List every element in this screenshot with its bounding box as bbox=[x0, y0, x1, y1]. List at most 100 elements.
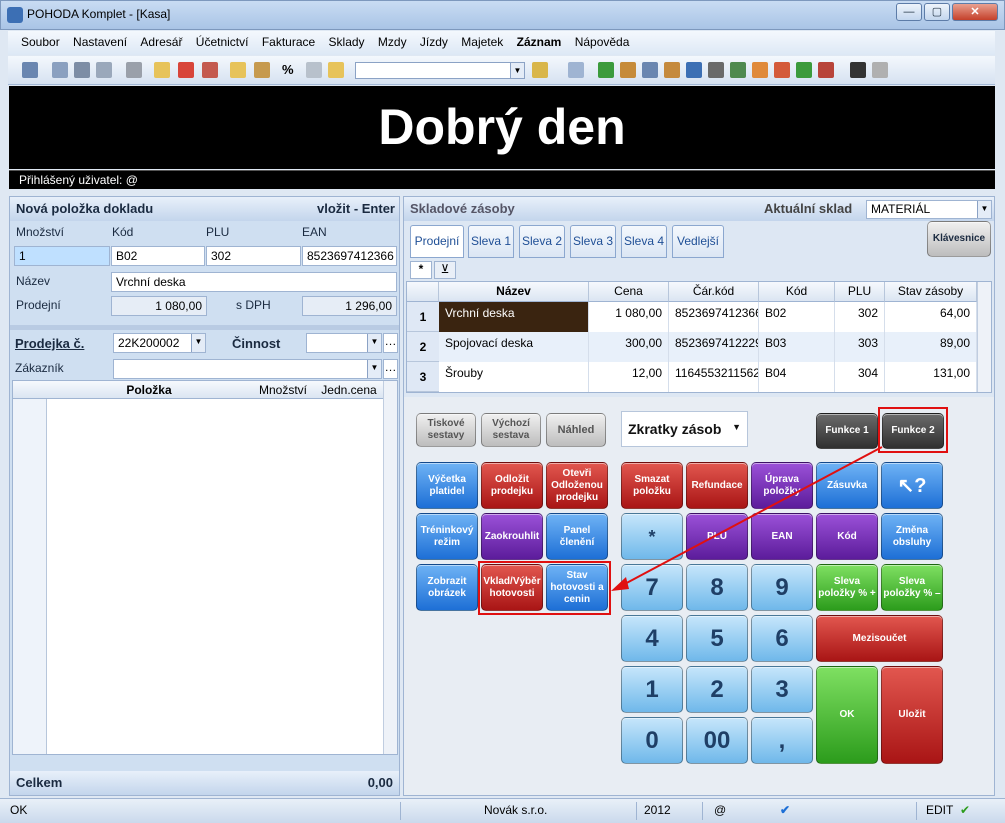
menu-majetek[interactable]: Majetek bbox=[456, 31, 508, 53]
plu-key[interactable]: PLU bbox=[686, 513, 748, 560]
activity-select[interactable]: ▼ bbox=[306, 333, 382, 353]
digit-3-key[interactable]: 3 bbox=[751, 666, 813, 713]
menu-napoveda[interactable]: Nápověda bbox=[570, 31, 635, 53]
menu-fakturace[interactable]: Fakturace bbox=[257, 31, 320, 53]
star-key[interactable]: * bbox=[621, 513, 683, 560]
col-name[interactable]: Název bbox=[439, 282, 589, 302]
receipt-items-table[interactable]: Položka Množství Jedn.cena bbox=[12, 380, 398, 755]
menu-sklady[interactable]: Sklady bbox=[324, 31, 370, 53]
stock-scrollbar[interactable] bbox=[977, 282, 991, 392]
close-button[interactable]: ✕ bbox=[952, 3, 998, 21]
keyboard-button[interactable]: Klávesnice bbox=[927, 221, 991, 257]
tab-sleva1[interactable]: Sleva 1 bbox=[468, 225, 514, 258]
digit-7-key[interactable]: 7 bbox=[621, 564, 683, 611]
comma-key[interactable]: , bbox=[751, 717, 813, 764]
ean-key[interactable]: EAN bbox=[751, 513, 813, 560]
discount-plus-button[interactable]: Sleva položky % + bbox=[816, 564, 878, 611]
change-operator-button[interactable]: Změna obsluhy bbox=[881, 513, 943, 560]
table-icon[interactable] bbox=[686, 62, 702, 78]
stock-shortcuts-select[interactable]: Zkratky zásob ▼ bbox=[621, 411, 748, 447]
table-row[interactable]: 2 Spojovací deska 300,00 8523697412229 B… bbox=[407, 332, 977, 362]
stock-table[interactable]: Název Cena Čár.kód Kód PLU Stav zásoby 1… bbox=[406, 281, 992, 393]
drawer-button[interactable]: Zásuvka bbox=[816, 462, 878, 509]
plu-input[interactable]: 302 bbox=[206, 246, 301, 266]
new-record-icon[interactable] bbox=[154, 62, 170, 78]
flag-icon[interactable] bbox=[818, 62, 834, 78]
print-icon[interactable] bbox=[74, 62, 90, 78]
filter-icon[interactable]: ⊻ bbox=[434, 261, 456, 279]
menu-ucetnictvi[interactable]: Účetnictví bbox=[191, 31, 254, 53]
col-code[interactable]: Kód bbox=[759, 282, 835, 302]
col-barcode[interactable]: Čár.kód bbox=[669, 282, 759, 302]
check-icon[interactable] bbox=[796, 62, 812, 78]
name-input[interactable]: Vrchní deska bbox=[111, 272, 397, 292]
clock-icon[interactable] bbox=[620, 62, 636, 78]
undo-icon[interactable] bbox=[202, 62, 218, 78]
filter-all-button[interactable]: * bbox=[410, 261, 432, 279]
tab-prodejni[interactable]: Prodejní bbox=[410, 225, 464, 258]
park-receipt-button[interactable]: Odložit prodejku bbox=[481, 462, 543, 509]
digit-9-key[interactable]: 9 bbox=[751, 564, 813, 611]
delete-item-button[interactable]: Smazat položku bbox=[621, 462, 683, 509]
tab-sleva3[interactable]: Sleva 3 bbox=[570, 225, 616, 258]
store-button[interactable]: Uložit bbox=[881, 666, 943, 764]
edit-item-button[interactable]: Úprava položky bbox=[751, 462, 813, 509]
ean-input[interactable]: 8523697412366 bbox=[302, 246, 397, 266]
table-row[interactable]: 1 Vrchní deska 1 080,00 8523697412366 B0… bbox=[407, 302, 977, 332]
training-mode-button[interactable]: Tréninkový režim bbox=[416, 513, 478, 560]
toolbar-combo[interactable]: ▼ bbox=[355, 62, 525, 79]
double-zero-key[interactable]: 00 bbox=[686, 717, 748, 764]
code-key[interactable]: Kód bbox=[816, 513, 878, 560]
col-plu[interactable]: PLU bbox=[835, 282, 885, 302]
preview-icon[interactable] bbox=[96, 62, 112, 78]
warehouse-select[interactable]: MATERIÁL ▼ bbox=[866, 200, 992, 219]
menu-jizdy[interactable]: Jízdy bbox=[415, 31, 453, 53]
tab-sleva4[interactable]: Sleva 4 bbox=[621, 225, 667, 258]
minimize-button[interactable]: — bbox=[896, 3, 922, 21]
menu-zaznam[interactable]: Záznam bbox=[512, 31, 567, 53]
split-panel-button[interactable]: Panel členění bbox=[546, 513, 608, 560]
exit-icon[interactable] bbox=[22, 62, 38, 78]
download-icon[interactable] bbox=[730, 62, 746, 78]
percent-icon[interactable]: % bbox=[282, 62, 298, 78]
col-stock-qty[interactable]: Stav zásoby bbox=[885, 282, 977, 302]
digit-4-key[interactable]: 4 bbox=[621, 615, 683, 662]
round-button[interactable]: Zaokrouhlit bbox=[481, 513, 543, 560]
receipt-number-select[interactable]: 22K200002 ▼ bbox=[113, 333, 206, 353]
mail-icon[interactable] bbox=[752, 62, 768, 78]
activity-more-button[interactable]: … bbox=[383, 333, 398, 353]
money-icon[interactable] bbox=[598, 62, 614, 78]
tally-button[interactable]: Výčetka platidel bbox=[416, 462, 478, 509]
menu-adresar[interactable]: Adresář bbox=[135, 31, 187, 53]
default-report-button[interactable]: Výchozí sestava bbox=[481, 413, 541, 447]
save-icon[interactable] bbox=[126, 62, 142, 78]
digit-6-key[interactable]: 6 bbox=[751, 615, 813, 662]
print-reports-button[interactable]: Tiskové sestavy bbox=[416, 413, 476, 447]
ok-button[interactable]: OK bbox=[816, 666, 878, 764]
menu-mzdy[interactable]: Mzdy bbox=[373, 31, 412, 53]
function-1-button[interactable]: Funkce 1 bbox=[816, 413, 878, 449]
pin-icon[interactable] bbox=[872, 62, 888, 78]
code-input[interactable]: B02 bbox=[111, 246, 205, 266]
digit-0-key[interactable]: 0 bbox=[621, 717, 683, 764]
refund-button[interactable]: Refundace bbox=[686, 462, 748, 509]
receipt-scrollbar[interactable] bbox=[383, 381, 397, 754]
digit-8-key[interactable]: 8 bbox=[686, 564, 748, 611]
user-icon[interactable] bbox=[850, 62, 866, 78]
menu-nastaveni[interactable]: Nastavení bbox=[68, 31, 132, 53]
agenda-icon[interactable] bbox=[254, 62, 270, 78]
discount-minus-button[interactable]: Sleva položky % – bbox=[881, 564, 943, 611]
maximize-button[interactable]: ▢ bbox=[924, 3, 950, 21]
digit-2-key[interactable]: 2 bbox=[686, 666, 748, 713]
qty-input[interactable]: 1 bbox=[14, 246, 110, 266]
copy-icon[interactable] bbox=[52, 62, 68, 78]
subtotal-button[interactable]: Mezisoučet bbox=[816, 615, 943, 662]
delete-record-icon[interactable] bbox=[178, 62, 194, 78]
pen-icon[interactable] bbox=[708, 62, 724, 78]
customer-more-button[interactable]: … bbox=[383, 359, 398, 379]
customer-select[interactable]: ▼ bbox=[113, 359, 382, 379]
tab-sleva2[interactable]: Sleva 2 bbox=[519, 225, 565, 258]
star-icon[interactable] bbox=[328, 62, 344, 78]
filter-icon[interactable] bbox=[532, 62, 548, 78]
stack-icon[interactable] bbox=[664, 62, 680, 78]
